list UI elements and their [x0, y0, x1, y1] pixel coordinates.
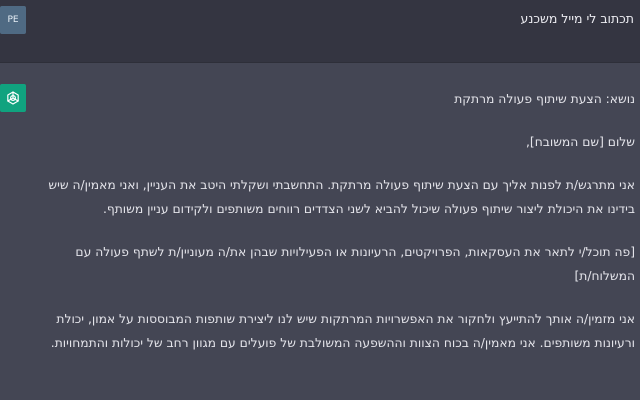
answer-subject-line: נושא: הצעת שיתוף פעולה מרתקת — [454, 92, 635, 106]
answer-paragraph: אני מזמין/ה אותך להתייעץ ולחקור את האפשר… — [50, 312, 635, 350]
user-message-text: תכתוב לי מייל משכנע — [520, 11, 634, 26]
assistant-message-text: נושא: הצעת שיתוף פעולה מרתקת שלום [שם המ… — [35, 87, 635, 374]
answer-greeting: שלום [שם המשובח], — [526, 135, 635, 149]
openai-logo-icon — [0, 84, 26, 112]
answer-paragraph: אני מתרגש/ת לפנות אליך עם הצעת שיתוף פעו… — [48, 178, 635, 216]
user-message-row: PE תכתוב לי מייל משכנע — [0, 0, 640, 63]
answer-paragraph: [פה תוכל/י לתאר את העסקאות, הפרויקטים, ה… — [75, 245, 635, 283]
assistant-message-row: נושא: הצעת שיתוף פעולה מרתקת שלום [שם המ… — [0, 63, 640, 400]
user-avatar: PE — [0, 6, 26, 34]
